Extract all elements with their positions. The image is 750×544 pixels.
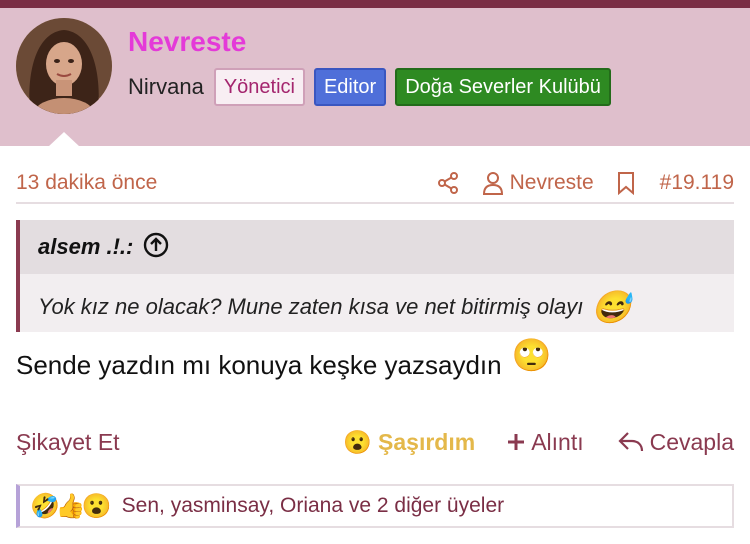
report-link[interactable]: Şikayet Et: [16, 429, 343, 456]
user-icon: [482, 172, 503, 195]
quote-author[interactable]: alsem .!.:: [38, 234, 133, 260]
quote-label: Alıntı: [531, 428, 584, 455]
avatar-image: [16, 18, 112, 114]
avatar[interactable]: [16, 18, 112, 114]
eye-roll-emoji: 🙄: [511, 337, 552, 373]
meta-divider: [16, 202, 734, 204]
reaction-summary[interactable]: 🤣 👍 😮 Sen, yasminsay, Oriana ve 2 diğer …: [16, 484, 734, 528]
react-label: Şaşırdım: [378, 428, 476, 455]
post-number[interactable]: #19.119: [660, 171, 734, 195]
reply-button[interactable]: Cevapla: [618, 429, 734, 456]
quote-header: alsem .!.:: [20, 220, 734, 274]
post-meta: 13 dakika önce Nevreste #19.119: [16, 166, 734, 200]
user-title-row: Nirvana Yönetici Editor Doğa Severler Ku…: [128, 68, 620, 106]
user-header: Nevreste Nirvana Yönetici Editor Doğa Se…: [0, 8, 750, 147]
post-time[interactable]: 13 dakika önce: [16, 171, 436, 195]
username-link[interactable]: Nevreste: [128, 26, 246, 58]
reply-label: Cevapla: [649, 428, 734, 455]
post-message-row: Sende yazdın mı konuya keşke yazsaydın 🙄: [16, 337, 551, 384]
quote-button[interactable]: Alıntı: [507, 428, 584, 456]
reaction-icons: 🤣 👍 😮: [30, 492, 112, 521]
top-accent-bar: [0, 0, 750, 8]
sweat-smile-emoji: 😅: [591, 289, 632, 325]
badge-club[interactable]: Doğa Severler Kulübü: [395, 68, 611, 106]
post-author-link[interactable]: Nevreste: [482, 171, 594, 195]
bookmark-icon[interactable]: [616, 171, 636, 195]
reply-icon: [618, 432, 643, 452]
share-icon[interactable]: [436, 171, 460, 195]
plus-icon: [508, 434, 525, 450]
arrow-up-circle-icon[interactable]: [143, 232, 169, 263]
post-author-name: Nevreste: [509, 171, 594, 194]
quote-text: Yok kız ne olacak? Mune zaten kısa ve ne…: [38, 294, 584, 319]
quote-block: alsem .!.: Yok kız ne olacak? Mune zaten…: [16, 220, 734, 332]
surprised-reaction-icon: 😮: [81, 492, 112, 520]
surprised-emoji: 😮: [343, 428, 373, 455]
post-actions: Şikayet Et 😮 Şaşırdım Alıntı Cevapla: [16, 424, 734, 460]
react-button[interactable]: 😮 Şaşırdım: [343, 429, 475, 456]
post-message: Sende yazdın mı konuya keşke yazsaydın: [16, 349, 502, 380]
reaction-users[interactable]: Sen, yasminsay, Oriana ve 2 diğer üyeler: [122, 494, 504, 518]
user-title: Nirvana: [128, 74, 204, 99]
quote-text-row: Yok kız ne olacak? Mune zaten kısa ve ne…: [38, 288, 631, 326]
post-body: 13 dakika önce Nevreste #19.119 alsem .!…: [0, 146, 750, 544]
badge-editor[interactable]: Editor: [313, 68, 387, 106]
header-pointer: [48, 132, 80, 147]
badge-admin[interactable]: Yönetici: [213, 68, 305, 106]
